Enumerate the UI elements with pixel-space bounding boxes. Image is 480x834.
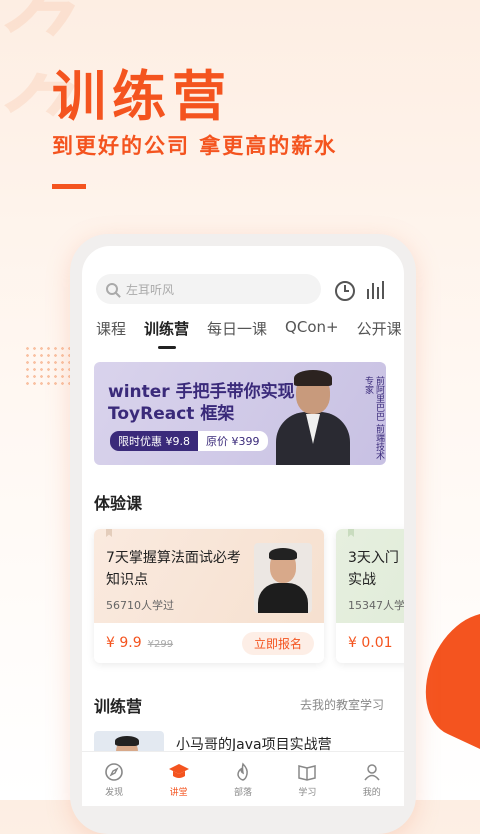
card-instructor-photo [254,543,312,613]
tab-bootcamp[interactable]: 训练营 [144,318,189,349]
trial-course-card-2[interactable]: 3天入门实战 15347人学 ¥ 0.01 [336,529,404,663]
tabbar-item-discover[interactable]: 发现 [89,761,139,798]
hero-subtitle: 到更好的公司 拿更高的薪水 [52,134,338,158]
tabbar-item-study[interactable]: 学习 [282,761,332,798]
tabbar-item-tribe[interactable]: 部落 [218,761,268,798]
tab-qcon[interactable]: QCon+ [285,318,339,339]
tab-courses[interactable]: 课程 [96,318,126,339]
go-to-classroom-link[interactable]: 去我的教室学习 [300,696,384,713]
card-title: 3天入门实战 [348,550,399,588]
trial-course-card[interactable]: 7天掌握算法面试必考知识点 56710人学过 ¥ 9.9 ¥299 立即报名 [94,529,324,663]
banner-promo-price: 限时优惠 ¥9.8 [110,431,198,451]
banner-title-line2: ToyReact 框架 [108,404,235,424]
card-title: 7天掌握算法面试必考知识点 [106,550,241,588]
compass-icon [103,761,125,783]
history-clock-icon[interactable] [335,281,355,301]
tab-daily-lesson[interactable]: 每日一课 [207,318,267,339]
tabbar-label: 学习 [298,788,317,798]
tab-open-course[interactable]: 公开课 [357,318,402,339]
hero-title: 训练营 [52,65,232,128]
banner-price-tag: 限时优惠 ¥9.8 原价 ¥399 [110,431,268,451]
hero-underline [52,184,86,189]
card-learners: 56710人学过 [106,599,174,612]
tabbar-item-mine[interactable]: 我的 [347,761,397,798]
tabbar-item-lecture[interactable]: 讲堂 [154,761,204,798]
tabbar-label: 我的 [362,788,381,798]
trial-section-title: 体验课 [94,494,143,513]
stats-icon[interactable] [367,281,387,299]
flame-icon [232,761,254,783]
orange-decoration [406,597,480,753]
card-price: ¥ 9.9 ¥299 [106,635,173,651]
search-bar[interactable]: 左耳听风 [96,274,321,304]
instructor-photo [276,370,350,465]
tabbar-label: 部落 [233,788,252,798]
search-placeholder: 左耳听风 [126,282,175,297]
card-price-value: ¥ 9.9 [106,635,142,651]
tabbar-label: 讲堂 [169,788,188,798]
tabbar-label: 发现 [105,788,124,798]
user-icon [361,761,383,783]
card-original-price: ¥299 [147,639,174,650]
phone-screen: 左耳听风 课程 训练营 每日一课 QCon+ 公开课 winter 手把手带你实… [82,246,404,806]
promo-banner[interactable]: winter 手把手带你实现 ToyReact 框架 限时优惠 ¥9.8 原价 … [94,362,386,465]
card-price: ¥ 0.01 [348,635,393,651]
book-icon [296,761,318,783]
bottom-tab-bar: 发现 讲堂 部落 学习 我的 [82,751,404,806]
instructor-caption: 程劭非（winter） 前手机淘宝前端负责人 前阿里巴巴 前端技术专家 [363,376,386,460]
card-learners: 15347人学 [348,599,404,612]
bootcamp-section-title: 训练营 [94,697,143,716]
enroll-button[interactable]: 立即报名 [241,632,314,655]
banner-original-price: 原价 ¥399 [198,431,268,451]
category-tabs: 课程 训练营 每日一课 QCon+ 公开课 [96,318,404,349]
search-icon [106,283,118,295]
graduation-cap-icon [168,761,190,783]
